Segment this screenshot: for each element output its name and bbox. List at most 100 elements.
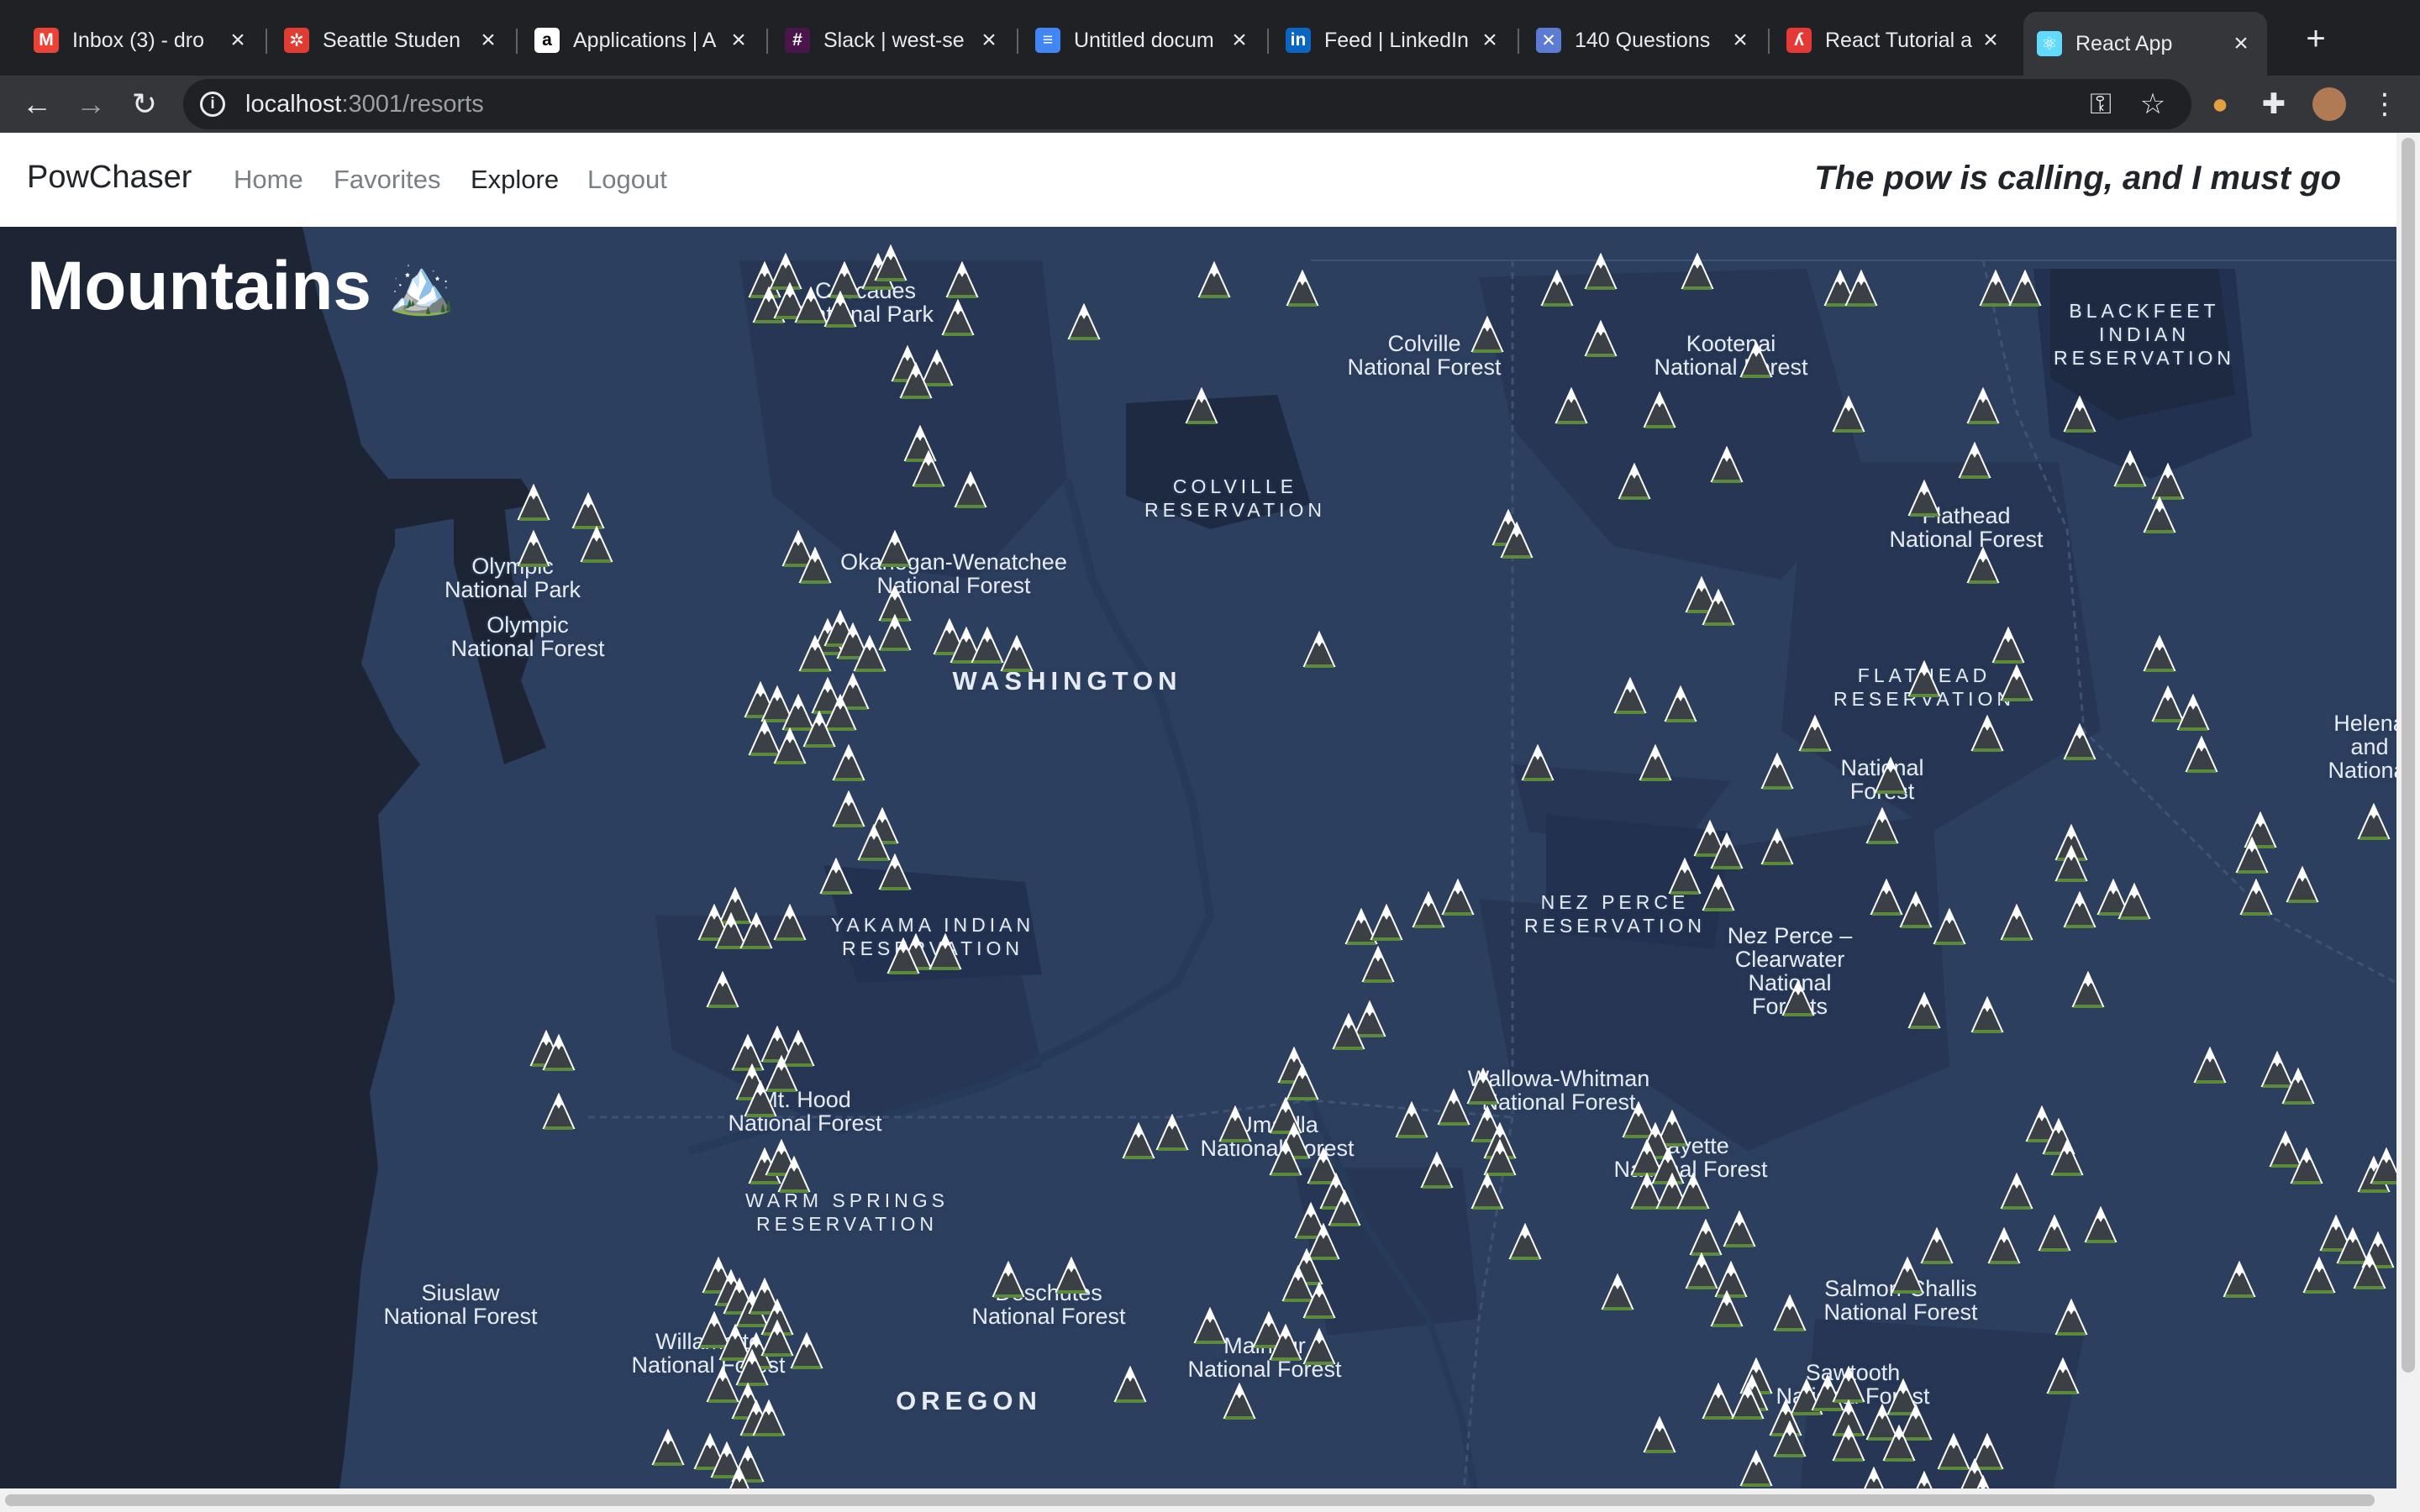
mountain-marker-icon[interactable] <box>1584 320 1618 360</box>
browser-tab[interactable]: ʎ React Tutorial a × <box>1773 15 2017 66</box>
mountain-marker-icon[interactable] <box>1979 270 2012 310</box>
mountain-marker-icon[interactable] <box>1832 1425 1865 1465</box>
mountain-marker-icon[interactable] <box>2286 866 2319 906</box>
mountain-marker-icon[interactable] <box>1441 879 1475 919</box>
mountain-marker-icon[interactable] <box>1865 807 1899 848</box>
mountain-marker-icon[interactable] <box>1731 1383 1765 1423</box>
mountain-marker-icon[interactable] <box>1676 1173 1710 1213</box>
mountain-marker-icon[interactable] <box>874 244 908 285</box>
mountain-marker-icon[interactable] <box>1500 522 1534 562</box>
extensions-icon[interactable]: ✚ <box>2255 86 2292 123</box>
mountain-marker-icon[interactable] <box>823 291 857 331</box>
cookie-icon[interactable]: ● <box>2202 86 2238 123</box>
mountain-marker-icon[interactable] <box>1710 446 1744 486</box>
mountain-marker-icon[interactable] <box>2281 1068 2315 1108</box>
menu-icon[interactable]: ⋮ <box>2366 86 2403 123</box>
close-tab-icon[interactable]: × <box>1728 26 1753 55</box>
mountain-marker-icon[interactable] <box>1370 904 1403 944</box>
mountain-marker-icon[interactable] <box>1122 1122 1155 1163</box>
close-tab-icon[interactable]: × <box>1227 26 1252 55</box>
mountain-marker-icon[interactable] <box>2046 1357 2080 1398</box>
browser-tab[interactable]: ⚛ React App × <box>2023 12 2267 76</box>
mountain-marker-icon[interactable] <box>706 971 739 1011</box>
mountain-marker-icon[interactable] <box>1197 261 1231 302</box>
mountain-marker-icon[interactable] <box>941 299 975 339</box>
mountain-marker-icon[interactable] <box>1470 316 1504 356</box>
mountain-marker-icon[interactable] <box>1874 757 1907 797</box>
mountain-marker-icon[interactable] <box>1760 828 1794 869</box>
mountain-marker-icon[interactable] <box>1891 1257 1924 1297</box>
mountain-marker-icon[interactable] <box>2143 496 2176 537</box>
browser-tab[interactable]: ≡ Untitled docum × <box>1022 15 1265 66</box>
mountain-marker-icon[interactable] <box>878 853 912 894</box>
mountain-marker-icon[interactable] <box>1702 1383 1735 1423</box>
mountain-marker-icon[interactable] <box>1907 992 1941 1032</box>
mountain-marker-icon[interactable] <box>1113 1366 1147 1406</box>
mountain-marker-icon[interactable] <box>1286 270 1319 310</box>
mountain-marker-icon[interactable] <box>1223 1383 1256 1423</box>
mountain-marker-icon[interactable] <box>1907 480 1941 520</box>
mountain-marker-icon[interactable] <box>2084 1206 2118 1247</box>
mountain-marker-icon[interactable] <box>1643 1416 1676 1457</box>
mountain-marker-icon[interactable] <box>2063 723 2096 764</box>
mountain-marker-icon[interactable] <box>777 1156 811 1196</box>
mountain-marker-icon[interactable] <box>1618 463 1651 503</box>
mountain-marker-icon[interactable] <box>899 362 933 402</box>
mountain-marker-icon[interactable] <box>1681 253 1714 293</box>
mountain-marker-icon[interactable] <box>2071 971 2105 1011</box>
mountain-marker-icon[interactable] <box>886 937 920 978</box>
mountain-marker-icon[interactable] <box>2239 879 2273 919</box>
mountain-marker-icon[interactable] <box>1521 744 1555 785</box>
mountain-marker-icon[interactable] <box>542 1093 576 1133</box>
mountain-marker-icon[interactable] <box>1412 891 1445 932</box>
mountain-marker-icon[interactable] <box>773 727 807 768</box>
mountain-marker-icon[interactable] <box>1739 1450 1773 1490</box>
mountain-marker-icon[interactable] <box>1798 715 1832 755</box>
mountain-marker-icon[interactable] <box>2000 904 2033 944</box>
mountain-marker-icon[interactable] <box>2113 450 2147 491</box>
back-icon[interactable]: ← <box>17 84 57 124</box>
mountain-marker-icon[interactable] <box>1958 442 1991 482</box>
mountain-marker-icon[interactable] <box>1269 1139 1302 1179</box>
mountain-marker-icon[interactable] <box>1643 391 1676 432</box>
mountain-marker-icon[interactable] <box>752 1399 786 1440</box>
mountain-marker-icon[interactable] <box>819 858 853 898</box>
mountain-marker-icon[interactable] <box>1970 996 2004 1037</box>
nav-explore[interactable]: Explore <box>471 165 559 195</box>
mountain-marker-icon[interactable] <box>1269 1324 1302 1364</box>
mountain-marker-icon[interactable] <box>2370 1147 2396 1188</box>
mountain-marker-icon[interactable] <box>2063 396 2096 436</box>
mountain-marker-icon[interactable] <box>1991 627 2025 667</box>
mountain-marker-icon[interactable] <box>912 450 945 491</box>
browser-tab[interactable]: M Inbox (3) - dro × <box>20 15 264 66</box>
mountain-marker-icon[interactable] <box>1907 660 1941 701</box>
forward-icon[interactable]: → <box>71 84 111 124</box>
mountain-marker-icon[interactable] <box>1601 1273 1634 1314</box>
site-info-icon[interactable]: i <box>200 92 225 117</box>
browser-tab[interactable]: a Applications | A × <box>521 15 765 66</box>
close-tab-icon[interactable]: × <box>1978 26 2003 55</box>
mountain-marker-icon[interactable] <box>2054 845 2088 885</box>
mountain-marker-icon[interactable] <box>1870 879 1903 919</box>
vertical-scrollbar[interactable] <box>2396 133 2420 1512</box>
mountain-marker-icon[interactable] <box>1702 874 1735 915</box>
close-tab-icon[interactable]: × <box>476 26 501 55</box>
mountain-marker-icon[interactable] <box>1920 1227 1954 1268</box>
mountain-marker-icon[interactable] <box>1584 253 1618 293</box>
mountain-marker-icon[interactable] <box>517 530 550 570</box>
vertical-scroll-thumb[interactable] <box>2402 138 2415 1373</box>
mountain-marker-icon[interactable] <box>1000 635 1034 675</box>
mountain-marker-icon[interactable] <box>878 530 912 570</box>
mountain-marker-icon[interactable] <box>1933 908 1966 948</box>
mountain-marker-icon[interactable] <box>1555 387 1588 428</box>
close-tab-icon[interactable]: × <box>2228 29 2254 58</box>
mountain-marker-icon[interactable] <box>1899 891 1933 932</box>
mountain-marker-icon[interactable] <box>798 635 832 675</box>
mountain-marker-icon[interactable] <box>1970 715 2004 755</box>
mountain-marker-icon[interactable] <box>2193 1047 2227 1087</box>
mountain-marker-icon[interactable] <box>798 547 832 587</box>
mountain-marker-icon[interactable] <box>853 635 886 675</box>
mountain-marker-icon[interactable] <box>1420 1152 1454 1192</box>
mountain-marker-icon[interactable] <box>794 286 828 327</box>
mountain-marker-icon[interactable] <box>1882 1425 1916 1465</box>
